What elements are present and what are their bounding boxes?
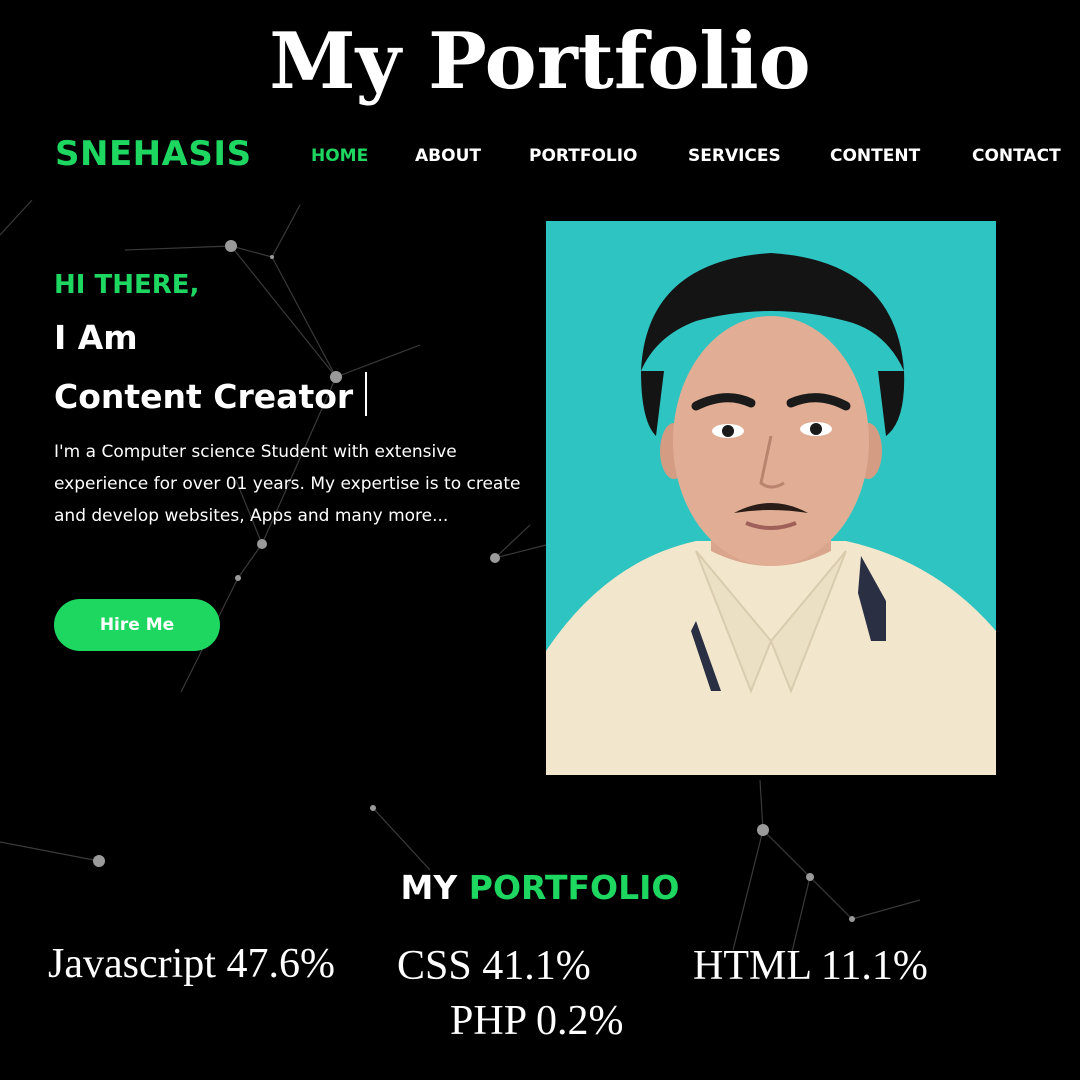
language-stat-javascript: Javascript 47.6% <box>48 941 335 987</box>
typing-cursor <box>365 372 368 416</box>
hero-description: I'm a Computer science Student with exte… <box>54 442 521 526</box>
nav-link-portfolio[interactable]: PORTFOLIO <box>529 146 638 166</box>
language-stat-html: HTML 11.1% <box>693 943 928 989</box>
section-title-accent: PORTFOLIO <box>468 868 680 907</box>
section-title-my-portfolio: MY PORTFOLIO <box>0 868 1080 907</box>
nav-link-about[interactable]: ABOUT <box>415 146 481 166</box>
profile-photo <box>546 221 996 775</box>
nav-link-contact[interactable]: CONTACT <box>972 146 1061 166</box>
banner-title: My Portfolio <box>269 16 811 107</box>
hire-me-button[interactable]: Hire Me <box>54 599 220 651</box>
hero-greeting: HI THERE, <box>54 270 200 300</box>
language-stat-php: PHP 0.2% <box>450 998 624 1044</box>
hero-role: Content Creator <box>54 377 354 416</box>
nav-link-content[interactable]: CONTENT <box>830 146 920 166</box>
hero-role-line: Content Creator <box>54 372 368 416</box>
section-title-prefix: MY <box>400 868 458 907</box>
brand-logo[interactable]: SNEHASIS <box>55 134 252 174</box>
hero-intro: I Am <box>54 318 138 357</box>
nav-link-services[interactable]: SERVICES <box>688 146 781 166</box>
nav-link-home[interactable]: HOME <box>311 146 368 166</box>
language-stat-css: CSS 41.1% <box>397 943 591 989</box>
navbar: SNEHASIS HOME ABOUT PORTFOLIO SERVICES C… <box>0 132 1080 180</box>
